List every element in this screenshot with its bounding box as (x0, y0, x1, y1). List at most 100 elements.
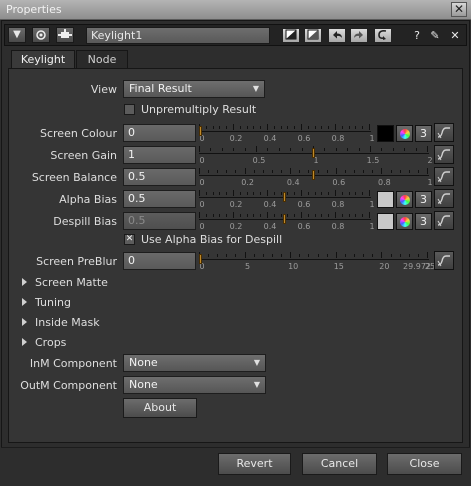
slider-knob[interactable] (312, 170, 315, 180)
slider-knob[interactable] (199, 126, 202, 136)
despill-bias-label: Despill Bias (53, 215, 117, 228)
node-color-icon[interactable] (304, 28, 322, 43)
window-close-icon[interactable]: ✕ (451, 2, 467, 17)
screen-colour-label: Screen Colour (39, 127, 117, 140)
alpha-bias-color-swatch[interactable] (377, 191, 394, 208)
node-name-field[interactable]: Keylight1 (86, 27, 270, 44)
node-graph-icon[interactable] (56, 27, 74, 43)
slider-tick (328, 126, 330, 129)
slider-knob[interactable] (199, 254, 202, 264)
slider-tick (199, 190, 200, 196)
cancel-button[interactable]: Cancel (302, 453, 377, 475)
slider-tick-label: 0.6 (297, 134, 311, 143)
despill-bias-color-swatch[interactable] (377, 213, 394, 230)
screen-colour-input[interactable]: 0 (123, 124, 196, 142)
float-panel-icon[interactable]: ✎ (428, 29, 442, 43)
unpremultiply-checkbox[interactable] (124, 104, 135, 115)
despill-bias-slider[interactable]: 0 0.2 0.4 0.6 0.8 1 (199, 212, 375, 232)
viewer-icon[interactable] (32, 27, 50, 43)
slider-tick-label: 2 (427, 156, 433, 165)
color-wheel-icon[interactable] (396, 125, 413, 142)
slider-tick-label: 0.4 (263, 222, 277, 231)
slider-tick (244, 168, 246, 174)
redo-icon[interactable] (350, 28, 368, 43)
slider-tick (226, 254, 228, 257)
screen-colour-animation-button[interactable] (434, 123, 454, 142)
slider-tick (210, 148, 212, 151)
slider-tick (301, 190, 302, 196)
alpha-bias-channel-count[interactable]: 3 (415, 191, 432, 208)
screen-preblur-input[interactable]: 0 (123, 252, 196, 270)
slider-tick (208, 254, 210, 257)
default-color-icon[interactable] (282, 28, 300, 43)
screen-gain-slider[interactable]: 0 0.5 1 1.5 2 (199, 146, 433, 166)
slider-tick (341, 126, 343, 129)
slider-tick (390, 254, 392, 257)
group-crops[interactable]: Crops (22, 336, 66, 349)
slider-tick (399, 254, 401, 257)
collapse-icon[interactable]: ▼ (8, 27, 26, 43)
group-tuning[interactable]: Tuning (22, 296, 71, 309)
screen-gain-animation-button[interactable] (434, 145, 454, 164)
tab-node[interactable]: Node (76, 50, 128, 69)
outm-component-dropdown[interactable]: None ▼ (123, 376, 266, 394)
slider-tick (321, 126, 323, 129)
slider-tick (290, 168, 292, 174)
window-title: Properties (6, 3, 62, 16)
close-button[interactable]: Close (387, 453, 462, 475)
use-alpha-bias-checkbox[interactable]: ✕ (124, 234, 135, 245)
screen-colour-channel-count[interactable]: 3 (415, 125, 432, 142)
slider-knob[interactable] (283, 192, 286, 202)
slider-knob[interactable] (312, 148, 315, 158)
slider-tick (280, 192, 282, 195)
group-label: Crops (35, 336, 67, 349)
slider-tick (212, 126, 214, 129)
about-button[interactable]: About (123, 398, 197, 418)
slider-tick (253, 214, 255, 217)
close-panel-icon[interactable]: ✕ (448, 29, 462, 43)
slider-tick (348, 214, 350, 217)
slider-tick (369, 124, 370, 130)
alpha-bias-slider[interactable]: 0 0.2 0.4 0.6 0.8 1 (199, 190, 375, 210)
despill-bias-channel-count[interactable]: 3 (415, 213, 432, 230)
screen-preblur-slider[interactable]: 0 5 10 15 20 25 29.972 (199, 252, 435, 272)
slider-tick (280, 214, 282, 217)
slider-knob[interactable] (283, 214, 286, 224)
revert-button[interactable]: Revert (218, 453, 291, 475)
screen-balance-animation-button[interactable] (434, 167, 454, 186)
slider-tick (355, 192, 357, 195)
color-wheel-icon[interactable] (396, 213, 413, 230)
despill-bias-animation-button[interactable] (434, 211, 454, 230)
tab-keylight[interactable]: Keylight (11, 50, 75, 69)
revert-knobs-icon[interactable] (374, 28, 392, 43)
screen-colour-color-swatch[interactable] (377, 125, 394, 142)
slider-tick (348, 192, 350, 195)
alpha-bias-input[interactable]: 0.5 (123, 190, 196, 208)
inm-component-dropdown[interactable]: None ▼ (123, 354, 266, 372)
slider-tick (404, 148, 406, 151)
preblur-animation-button[interactable] (434, 251, 454, 270)
expand-arrow-icon (22, 318, 27, 326)
group-inside-mask[interactable]: Inside Mask (22, 316, 100, 329)
color-wheel-icon[interactable] (396, 191, 413, 208)
screen-balance-input[interactable]: 0.5 (123, 168, 196, 186)
slider-tick-label: 0.6 (332, 178, 346, 187)
alpha-bias-animation-button[interactable] (434, 189, 454, 208)
slider-tick (369, 212, 370, 218)
animation-curve-icon (437, 215, 450, 227)
screen-colour-slider[interactable]: 0 0.2 0.4 0.6 0.8 1 (199, 124, 375, 144)
alpha-bias-label: Alpha Bias (59, 193, 117, 206)
slider-tick (239, 214, 241, 217)
group-screen-matte[interactable]: Screen Matte (22, 276, 108, 289)
slider-tick (260, 214, 262, 217)
help-icon[interactable]: ? (410, 29, 424, 43)
slider-tick (362, 214, 364, 217)
view-dropdown[interactable]: Final Result ▼ (123, 80, 265, 98)
slider-tick-label: 0.2 (229, 222, 243, 231)
slider-tick (235, 170, 237, 173)
slider-tick-label: 10 (288, 262, 299, 271)
screen-gain-input[interactable]: 1 (123, 146, 196, 164)
undo-icon[interactable] (328, 28, 346, 43)
screen-balance-slider[interactable]: 0 0.2 0.4 0.6 0.8 1 (199, 168, 433, 188)
slider-tick (408, 254, 410, 257)
